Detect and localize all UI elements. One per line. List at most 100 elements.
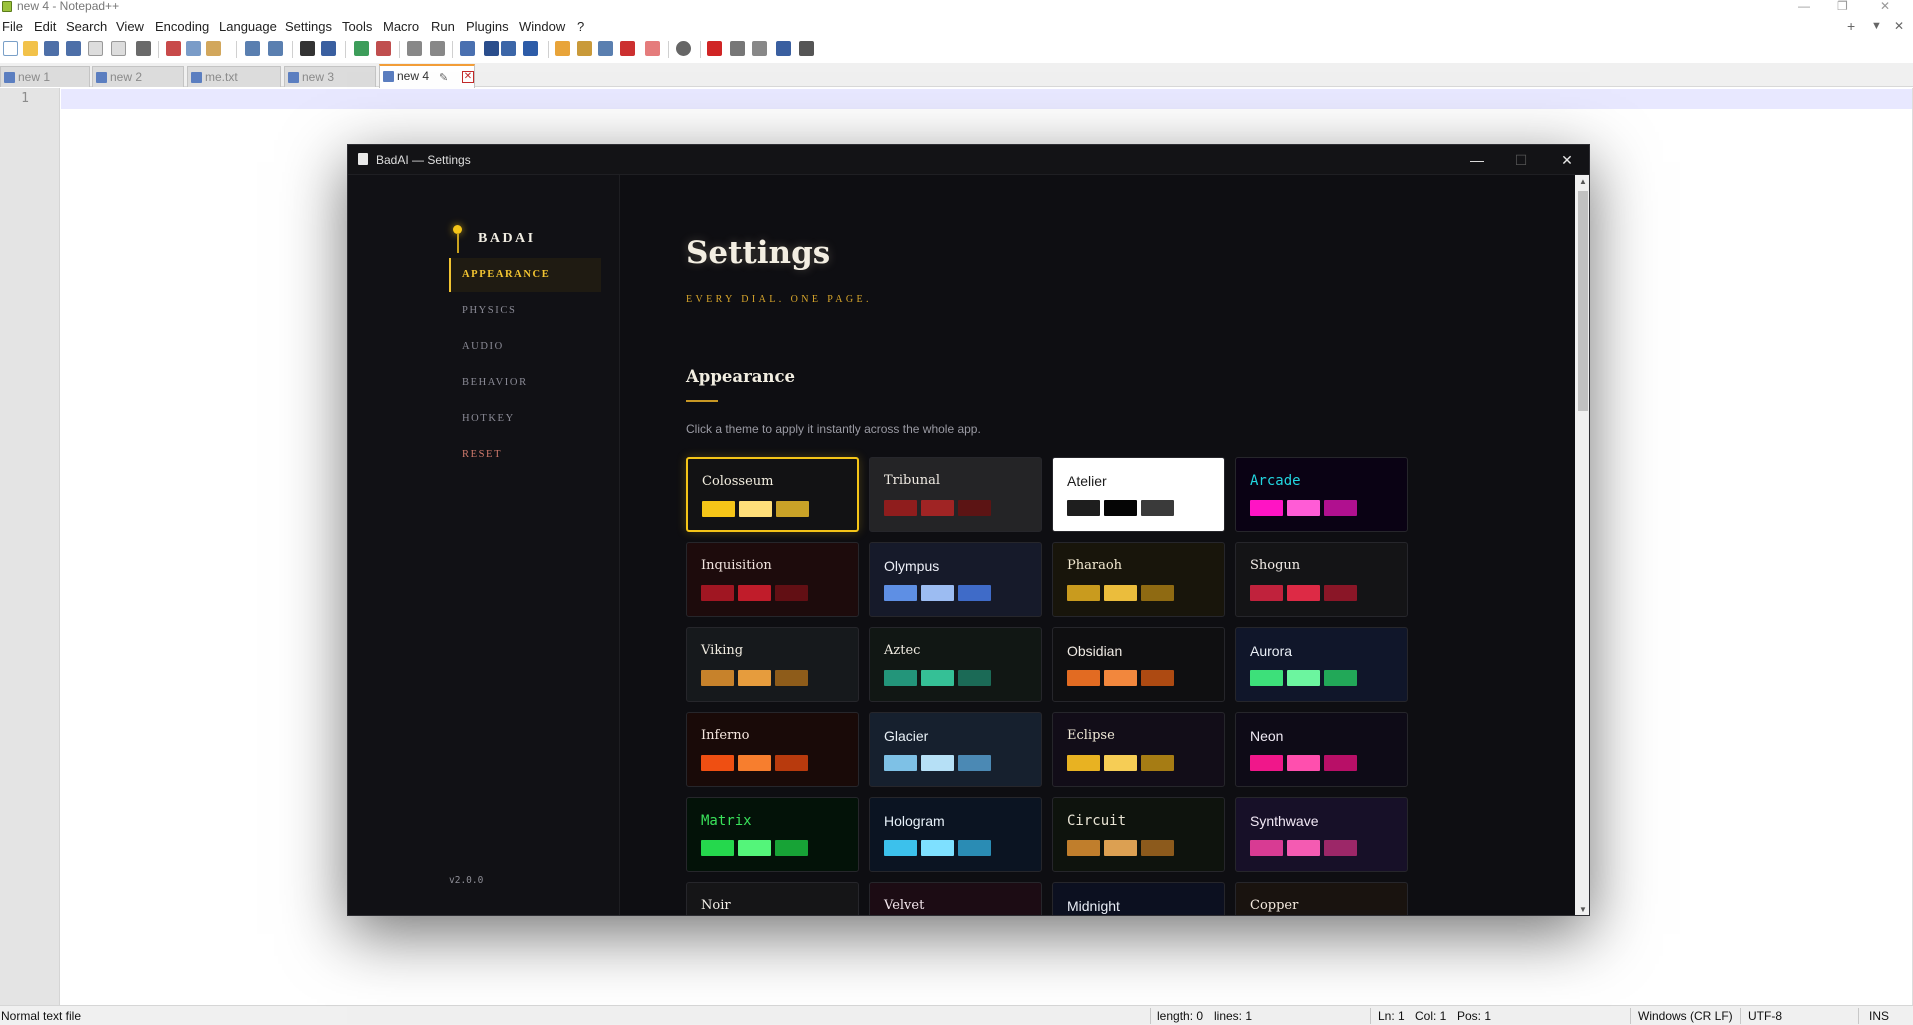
folder-workspace-icon[interactable]: [555, 41, 570, 56]
scroll-up-icon[interactable]: ▲: [1575, 175, 1589, 189]
scroll-thumb[interactable]: [1578, 191, 1588, 411]
scroll-down-icon[interactable]: ▼: [1575, 903, 1589, 915]
theme-card-arcade[interactable]: Arcade: [1235, 457, 1408, 532]
new-tab-icon[interactable]: +: [1847, 18, 1855, 34]
menu-view[interactable]: View: [116, 19, 144, 34]
nav-physics[interactable]: PHYSICS: [449, 294, 601, 328]
theme-name: Aurora: [1250, 643, 1293, 659]
close-icon[interactable]: ✕: [1544, 149, 1589, 171]
maximize-icon[interactable]: ☐: [1498, 149, 1544, 171]
indent-guide-icon[interactable]: [501, 41, 516, 56]
restore-icon[interactable]: ❐: [1837, 0, 1848, 13]
menu-encoding[interactable]: Encoding: [155, 19, 209, 34]
vertical-scrollbar[interactable]: ▲ ▼: [1575, 175, 1589, 915]
word-wrap-icon[interactable]: [460, 41, 475, 56]
close-file-icon[interactable]: [88, 41, 103, 56]
open-file-icon[interactable]: [23, 41, 38, 56]
pin-icon[interactable]: ✎: [439, 71, 448, 84]
theme-card-hologram[interactable]: Hologram: [869, 797, 1042, 872]
theme-card-atelier[interactable]: Atelier: [1052, 457, 1225, 532]
menu-search[interactable]: Search: [66, 19, 107, 34]
nav-audio[interactable]: AUDIO: [449, 330, 601, 364]
save-macro-icon[interactable]: [799, 41, 814, 56]
theme-card-midnight[interactable]: Midnight: [1052, 882, 1225, 915]
speech-bubble-icon[interactable]: [676, 41, 691, 56]
theme-card-matrix[interactable]: Matrix: [686, 797, 859, 872]
menu-settings[interactable]: Settings: [285, 19, 332, 34]
stop-macro-icon[interactable]: [730, 41, 745, 56]
tab-new-2[interactable]: new 2: [92, 66, 184, 87]
menu-macro[interactable]: Macro: [383, 19, 419, 34]
zoom-out-icon[interactable]: [376, 41, 391, 56]
play-macro-icon[interactable]: [752, 41, 767, 56]
theme-card-eclipse[interactable]: Eclipse: [1052, 712, 1225, 787]
sync-v-icon[interactable]: [407, 41, 422, 56]
doc-list-icon[interactable]: [598, 41, 613, 56]
theme-card-aurora[interactable]: Aurora: [1235, 627, 1408, 702]
badai-title-bar[interactable]: BadAI — Settings — ☐ ✕: [348, 145, 1589, 175]
menu-tools[interactable]: Tools: [342, 19, 372, 34]
nav-appearance[interactable]: APPEARANCE: [449, 258, 601, 292]
status-eol[interactable]: Windows (CR LF): [1638, 1009, 1733, 1023]
nav-hotkey[interactable]: HOTKEY: [449, 402, 601, 436]
close-doc-icon[interactable]: ✕: [1894, 19, 1904, 33]
theme-card-shogun[interactable]: Shogun: [1235, 542, 1408, 617]
theme-card-noir[interactable]: Noir: [686, 882, 859, 915]
menu-file[interactable]: File: [2, 19, 23, 34]
monitor-icon[interactable]: [645, 41, 660, 56]
minimize-icon[interactable]: —: [1454, 149, 1500, 171]
new-file-icon[interactable]: [3, 41, 18, 56]
print-icon[interactable]: [136, 41, 151, 56]
status-encoding[interactable]: UTF-8: [1748, 1009, 1782, 1023]
copy-icon[interactable]: [186, 41, 201, 56]
cut-icon[interactable]: [166, 41, 181, 56]
close-tab-icon[interactable]: ✕: [462, 71, 474, 83]
theme-card-pharaoh[interactable]: Pharaoh: [1052, 542, 1225, 617]
record-macro-icon[interactable]: [707, 41, 722, 56]
tab-list-icon[interactable]: ▼: [1871, 20, 1882, 32]
sync-h-icon[interactable]: [430, 41, 445, 56]
theme-card-copper[interactable]: Copper: [1235, 882, 1408, 915]
run-macro-multiple-icon[interactable]: [776, 41, 791, 56]
tab-new-3[interactable]: new 3: [284, 66, 376, 87]
paste-icon[interactable]: [206, 41, 221, 56]
menu-run[interactable]: Run: [431, 19, 455, 34]
theme-card-inquisition[interactable]: Inquisition: [686, 542, 859, 617]
undo-icon[interactable]: [245, 41, 260, 56]
save-icon[interactable]: [44, 41, 59, 56]
redo-icon[interactable]: [268, 41, 283, 56]
theme-card-velvet[interactable]: Velvet: [869, 882, 1042, 915]
tab-me-txt[interactable]: me.txt: [187, 66, 281, 87]
menu-window[interactable]: Window: [519, 19, 565, 34]
theme-card-glacier[interactable]: Glacier: [869, 712, 1042, 787]
theme-card-obsidian[interactable]: Obsidian: [1052, 627, 1225, 702]
menu-edit[interactable]: Edit: [34, 19, 56, 34]
doc-map-icon[interactable]: [523, 41, 538, 56]
zoom-in-icon[interactable]: [354, 41, 369, 56]
minimize-icon[interactable]: —: [1798, 0, 1810, 13]
save-all-icon[interactable]: [66, 41, 81, 56]
tab-new-4[interactable]: new 4 ✎ ✕: [379, 64, 475, 88]
theme-card-tribunal[interactable]: Tribunal: [869, 457, 1042, 532]
find-icon[interactable]: [300, 41, 315, 56]
theme-card-aztec[interactable]: Aztec: [869, 627, 1042, 702]
menu-help[interactable]: ?: [577, 19, 584, 34]
theme-card-neon[interactable]: Neon: [1235, 712, 1408, 787]
close-all-icon[interactable]: [111, 41, 126, 56]
tab-new-1[interactable]: new 1: [0, 66, 90, 87]
pdf-icon[interactable]: [620, 41, 635, 56]
theme-card-inferno[interactable]: Inferno: [686, 712, 859, 787]
theme-card-olympus[interactable]: Olympus: [869, 542, 1042, 617]
menu-language[interactable]: Language: [219, 19, 277, 34]
nav-reset[interactable]: RESET: [449, 438, 601, 472]
nav-behavior[interactable]: BEHAVIOR: [449, 366, 601, 400]
theme-card-colosseum[interactable]: Colosseum: [686, 457, 859, 532]
theme-card-circuit[interactable]: Circuit: [1052, 797, 1225, 872]
replace-icon[interactable]: [321, 41, 336, 56]
close-icon[interactable]: ✕: [1880, 0, 1890, 13]
theme-card-synthwave[interactable]: Synthwave: [1235, 797, 1408, 872]
show-all-chars-icon[interactable]: [484, 41, 499, 56]
menu-plugins[interactable]: Plugins: [466, 19, 509, 34]
function-list-icon[interactable]: [577, 41, 592, 56]
theme-card-viking[interactable]: Viking: [686, 627, 859, 702]
